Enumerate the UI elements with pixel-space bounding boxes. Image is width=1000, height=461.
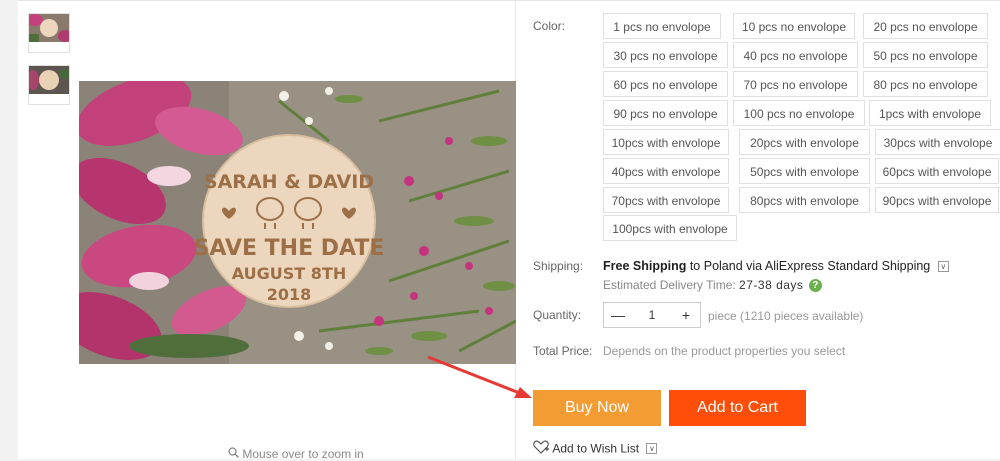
thumbnail-2-image	[29, 66, 69, 94]
color-option[interactable]: 40 pcs no envolope	[733, 42, 858, 68]
color-option[interactable]: 60pcs with envolope	[875, 158, 999, 184]
color-label: Color:	[533, 19, 566, 33]
shipping-label: Shipping:	[533, 259, 584, 273]
color-option[interactable]: 80 pcs no envolope	[863, 71, 988, 97]
save-the-date-photo: SARAH & DAVID SAVE THE DATE AUGUST 8TH 2…	[79, 81, 516, 364]
color-option[interactable]: 100pcs with envolope	[603, 215, 737, 241]
main-product-image[interactable]: SARAH & DAVID SAVE THE DATE AUGUST 8TH 2…	[79, 81, 516, 364]
color-option[interactable]: 10pcs with envolope	[603, 129, 729, 155]
color-option[interactable]: 40pcs with envolope	[603, 158, 729, 184]
zoom-hint-text: Mouse over to zoom in	[242, 446, 364, 461]
quantity-stepper: — 1 +	[603, 302, 701, 328]
image-headline-text: SAVE THE DATE	[194, 236, 385, 261]
estimated-delivery-days: 27-38 days	[739, 278, 804, 292]
buy-now-button[interactable]: Buy Now	[533, 390, 661, 426]
color-option[interactable]: 70pcs with envolope	[603, 187, 729, 213]
total-price-note: Depends on the product properties you se…	[603, 344, 846, 358]
color-option[interactable]: 20pcs with envolope	[739, 129, 870, 155]
estimated-delivery: Estimated Delivery Time: 27-38 days ?	[603, 278, 822, 293]
estimated-delivery-label: Estimated Delivery Time:	[603, 278, 736, 292]
color-option[interactable]: 30 pcs no envolope	[603, 42, 728, 68]
quantity-decrease-button[interactable]: —	[606, 303, 630, 327]
image-date-text: AUGUST 8TH	[232, 264, 346, 283]
quantity-label: Quantity:	[533, 308, 582, 322]
quantity-availability: piece (1210 pieces available)	[708, 309, 864, 323]
wishlist-label: Add to Wish List	[552, 441, 640, 456]
color-option[interactable]: 10 pcs no envolope	[733, 13, 855, 39]
heart-plus-icon	[533, 440, 552, 457]
color-option[interactable]: 1pcs with envolope	[869, 100, 991, 126]
color-option[interactable]: 70 pcs no envolope	[733, 71, 858, 97]
add-to-cart-button[interactable]: Add to Cart	[669, 390, 806, 426]
thumbnail-1[interactable]	[28, 13, 70, 53]
product-page: SARAH & DAVID SAVE THE DATE AUGUST 8TH 2…	[18, 0, 1000, 461]
zoom-hint: Mouse over to zoom in	[228, 446, 364, 461]
thumbnail-2[interactable]	[28, 65, 70, 105]
color-option[interactable]: 30pcs with envolope	[875, 129, 1000, 155]
thumbnail-1-image	[29, 14, 69, 42]
color-option[interactable]: 60 pcs no envolope	[603, 71, 728, 97]
color-option[interactable]: 50pcs with envolope	[739, 158, 870, 184]
shipping-dropdown-icon[interactable]: ∨	[937, 261, 949, 273]
color-option[interactable]: 50 pcs no envolope	[863, 42, 988, 68]
color-option[interactable]: 90pcs with envolope	[875, 187, 999, 213]
total-price-label: Total Price:	[533, 344, 593, 358]
color-option[interactable]: 90 pcs no envolope	[603, 100, 728, 126]
quantity-increase-button[interactable]: +	[674, 303, 698, 327]
image-names-text: SARAH & DAVID	[204, 171, 374, 193]
help-question-icon[interactable]: ?	[808, 279, 822, 293]
color-option[interactable]: 100 pcs no envolope	[733, 100, 865, 126]
color-option[interactable]: 80pcs with envolope	[739, 187, 870, 213]
shipping-info: Free Shipping to Poland via AliExpress S…	[603, 259, 949, 273]
wishlist-dropdown-icon[interactable]: ∨	[646, 443, 658, 454]
magnifier-icon	[228, 447, 242, 461]
free-shipping-text: Free Shipping	[603, 259, 687, 273]
color-option[interactable]: 20 pcs no envolope	[863, 13, 988, 39]
image-year-text: 2018	[267, 285, 312, 304]
quantity-input[interactable]: 1	[630, 303, 674, 327]
color-option[interactable]: 1 pcs no envolope	[603, 13, 721, 39]
shipping-destination-text: to Poland via AliExpress Standard Shippi…	[689, 259, 931, 273]
add-to-wishlist[interactable]: Add to Wish List ∨	[533, 440, 658, 457]
